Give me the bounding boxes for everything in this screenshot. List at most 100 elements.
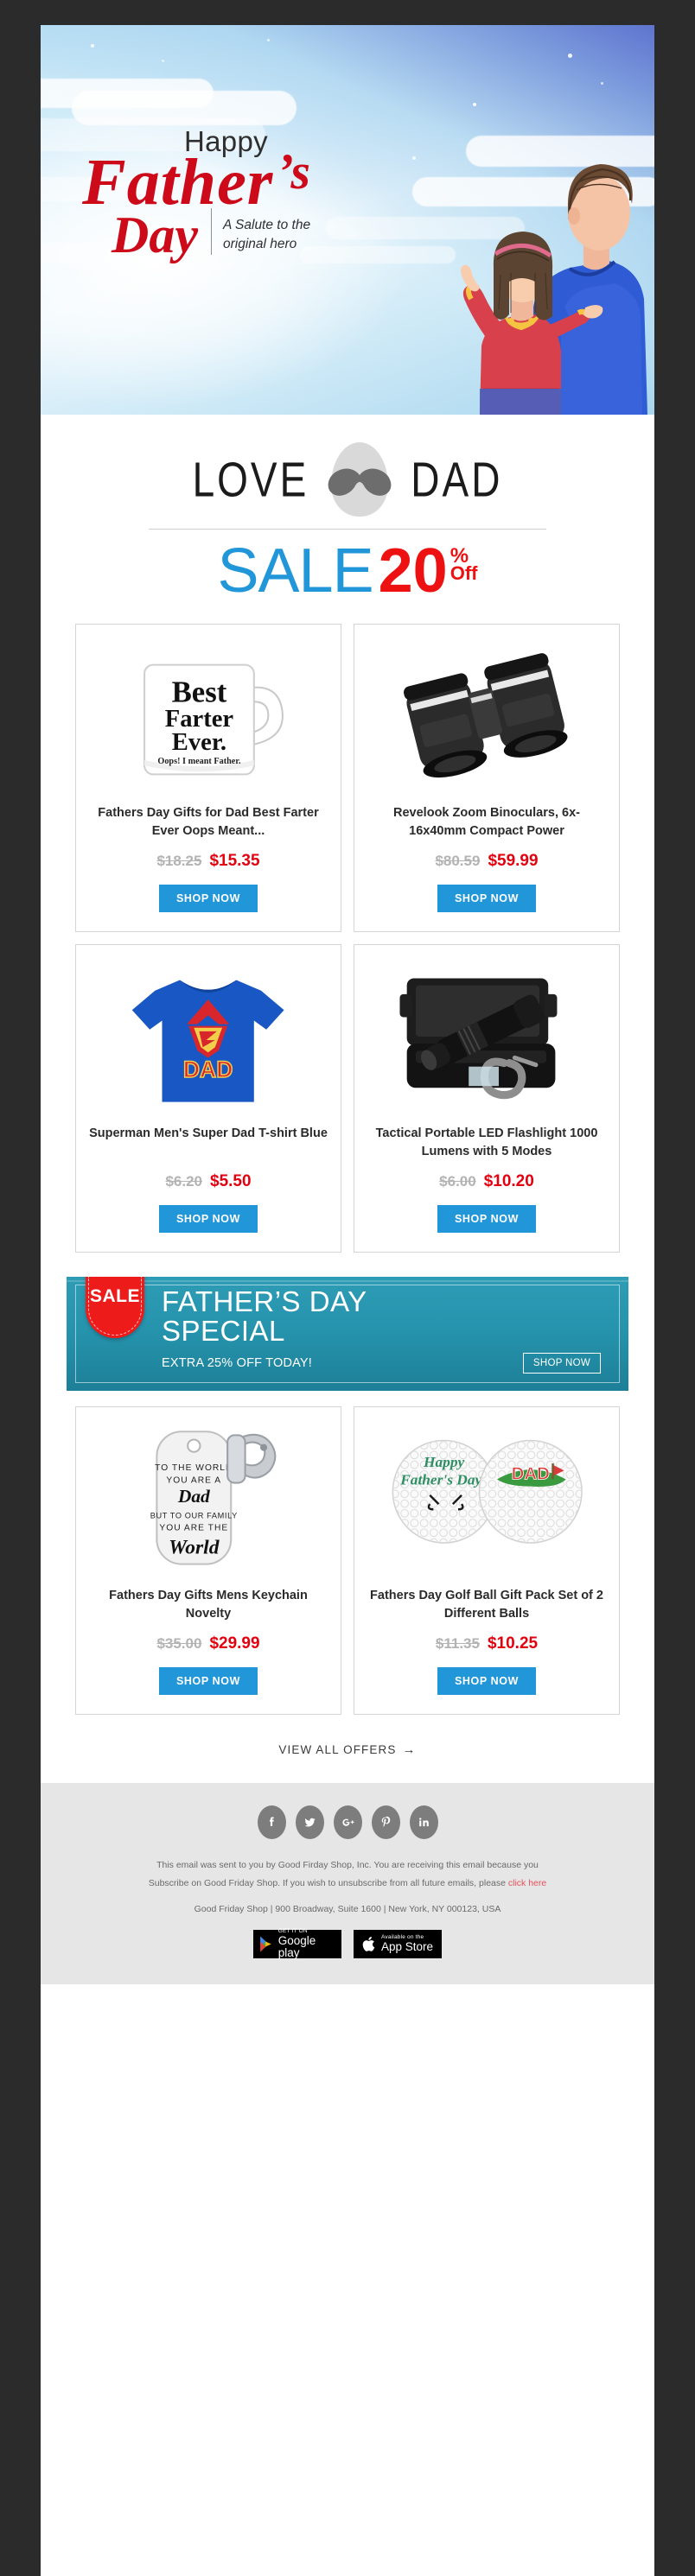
shop-now-button[interactable]: SHOP NOW [158,885,258,913]
shop-now-button[interactable]: SHOP NOW [437,885,537,913]
svg-text:YOU ARE A: YOU ARE A [167,1476,222,1486]
product-old-price: $6.00 [439,1173,476,1190]
hero-text-block: Happy Father’s Day A Salute to the origi… [82,127,393,261]
hero-banner: Happy Father’s Day A Salute to the origi… [41,25,654,415]
star-icon [412,156,416,160]
app-store-large-text: App Store [380,1939,434,1953]
product-new-price: $5.50 [210,1172,252,1191]
product-card[interactable]: DAD Superman Men's Super Dad T-shirt Blu… [75,944,341,1253]
promo-shop-now-button[interactable]: SHOP NOW [522,1353,601,1374]
product-card[interactable]: Best Farter Ever. Oops! I meant Father. … [75,624,341,933]
product-old-price: $6.20 [165,1173,202,1190]
sale-off-text: Off [450,562,478,584]
mustache-icon [328,468,392,496]
product-old-price: $35.00 [156,1635,202,1653]
shop-now-button[interactable]: SHOP NOW [158,1205,258,1234]
unsubscribe-link[interactable]: click here [508,1878,546,1888]
product-row-2: DAD Superman Men's Super Dad T-shirt Blu… [41,944,654,1265]
hero-day-row: Day A Salute to the original hero [82,207,393,261]
product-card[interactable]: Tactical Portable LED Flashlight 1000 Lu… [354,944,620,1253]
shop-now-button[interactable]: SHOP NOW [158,1667,258,1696]
product-image-binoculars [367,638,607,797]
legal-line-2-text: Subscribe on Good Friday Shop. If you wi… [148,1877,508,1888]
product-card[interactable]: Revelook Zoom Binoculars, 6x-16x40mm Com… [354,624,620,933]
product-card[interactable]: Happy Father's Day! DAD Fathers Day Golf… [354,1406,620,1716]
google-plus-link[interactable] [333,1805,362,1840]
legal-line-1: This email was sent to you by Good Firda… [156,1860,539,1871]
star-icon [267,39,270,41]
promo-top-stripe [67,1280,628,1283]
keychain-icon: TO THE WORLD YOU ARE A Dad BUT TO OUR FA… [150,1431,277,1565]
product-old-price: $18.25 [156,853,202,870]
svg-text:Best: Best [172,676,227,709]
sale-ribbon-text: SALE [89,1286,140,1307]
binoculars-icon [404,653,568,778]
hero-subtitle-line1: A Salute to the [222,218,311,233]
hero-subtitle-line2: original hero [222,236,297,251]
product-title: Revelook Zoom Binoculars, 6x-16x40mm Com… [393,806,580,839]
app-store-badge-text: Available on the App Store [380,1934,434,1953]
svg-text:Father's Day!: Father's Day! [400,1472,488,1488]
star-icon [568,54,572,58]
view-all-offers-link[interactable]: VIEW ALL OFFERS → [41,1727,654,1783]
product-title: Fathers Day Gifts for Dad Best Farter Ev… [98,806,319,839]
svg-text:Happy: Happy [423,1454,465,1470]
facebook-link[interactable] [257,1805,286,1840]
svg-text:Dad: Dad [177,1486,210,1507]
svg-text:TO THE WORLD: TO THE WORLD [156,1463,233,1473]
app-store-badge[interactable]: Available on the App Store [354,1930,442,1959]
product-image-tshirt: DAD [88,959,328,1118]
hero-vertical-divider [210,207,212,255]
flashlight-icon [399,978,558,1100]
svg-text:Ever.: Ever. [172,729,226,756]
sale-number-text: 20 [378,536,448,606]
product-prices: $6.20 $5.50 [165,1172,251,1191]
shop-now-button[interactable]: SHOP NOW [437,1205,537,1234]
product-image-golf-balls: Happy Father's Day! DAD [367,1421,607,1580]
sale-headline-row: SALE 20 % Off [41,536,654,624]
headline-section: LOVE DAD SALE 20 % Off [41,415,654,625]
hero-apostrophe: ’s [277,143,311,200]
product-row-3: TO THE WORLD YOU ARE A Dad BUT TO OUR FA… [41,1406,654,1727]
legal-line-2: Subscribe on Good Friday Shop. If you wi… [82,1875,613,1892]
svg-text:DAD: DAD [512,1464,550,1484]
product-prices: $35.00 $29.99 [156,1634,259,1653]
promo-line-1: FATHER’S DAY [162,1285,367,1318]
google-play-large-text: Google play [277,1933,316,1960]
product-new-price: $59.99 [488,852,539,871]
twitter-icon [304,1818,316,1827]
promo-banner[interactable]: SALE FATHER’S DAY SPECIAL EXTRA 25% OFF … [67,1277,628,1392]
email-footer: This email was sent to you by Good Firda… [41,1783,654,1985]
product-new-price: $29.99 [209,1634,260,1653]
star-icon [601,82,603,85]
product-old-price: $80.59 [435,853,481,870]
product-card[interactable]: TO THE WORLD YOU ARE A Dad BUT TO OUR FA… [75,1406,341,1716]
mustache-badge [326,442,393,517]
promo-banner-section: SALE FATHER’S DAY SPECIAL EXTRA 25% OFF … [41,1265,654,1406]
product-image-keychain: TO THE WORLD YOU ARE A Dad BUT TO OUR FA… [88,1421,328,1580]
product-image-flashlight [367,959,607,1118]
sale-off-block: % Off [450,546,478,583]
star-icon [91,44,94,48]
product-title: Fathers Day Golf Ball Gift Pack Set of 2… [370,1589,603,1621]
linkedin-link[interactable] [409,1805,438,1840]
svg-text:DAD: DAD [183,1056,233,1082]
email-body: Happy Father’s Day A Salute to the origi… [41,25,654,2576]
product-title: Superman Men's Super Dad T-shirt Blue [89,1126,328,1141]
sale-ribbon-tag: SALE [86,1277,144,1339]
google-play-icon [260,1936,271,1952]
love-text: LOVE [192,452,309,507]
product-image-coffee-mug: Best Farter Ever. Oops! I meant Father. [88,638,328,797]
google-play-badge-text: GET IT ON Google play [277,1928,336,1960]
tshirt-icon: DAD [132,980,284,1102]
product-prices: $11.35 $10.25 [436,1634,538,1653]
google-play-badge[interactable]: GET IT ON Google play [253,1928,341,1960]
twitter-link[interactable] [295,1805,324,1840]
svg-text:World: World [169,1536,220,1558]
product-new-price: $15.35 [209,852,260,871]
headline-divider [149,529,546,530]
product-old-price: $11.35 [435,1635,480,1653]
shop-now-button[interactable]: SHOP NOW [437,1667,537,1696]
star-icon [162,60,164,62]
pinterest-link[interactable] [371,1805,400,1840]
